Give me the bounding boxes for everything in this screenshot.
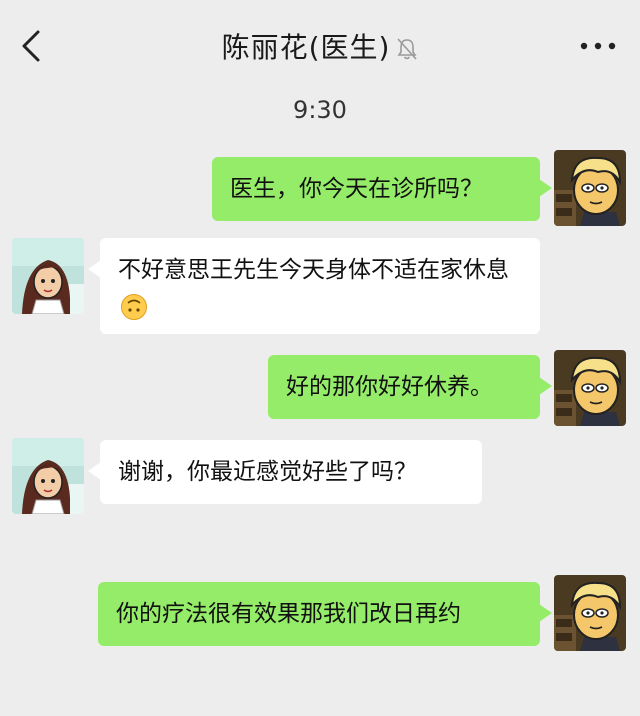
my-avatar[interactable] [554, 150, 626, 226]
message-bubble-incoming[interactable]: 不好意思王先生今天身体不适在家休息 [88, 238, 540, 334]
doctor-avatar[interactable] [12, 238, 84, 314]
message-bubble-outgoing[interactable]: 医生，你今天在诊所吗？ [212, 157, 552, 221]
message-text: 你的疗法很有效果那我们改日再约 [116, 601, 461, 627]
message-bubble-incoming[interactable]: 谢谢，你最近感觉好些了吗？ [88, 440, 482, 504]
my-avatar[interactable] [554, 575, 626, 651]
message-bubble-outgoing[interactable]: 你的疗法很有效果那我们改日再约 [98, 582, 552, 646]
message-text: 医生，你今天在诊所吗？ [230, 176, 483, 202]
boy-avatar-icon [554, 575, 626, 651]
message-text: 不好意思王先生今天身体不适在家休息 [118, 257, 509, 283]
upside-down-face-emoji-icon [121, 293, 147, 320]
message-timestamp: 9:30 [293, 96, 347, 124]
chat-title: 陈丽花(医生) [221, 31, 391, 64]
message-bubble-outgoing[interactable]: 好的那你好好休养。 [268, 355, 552, 419]
more-dots-icon[interactable] [578, 34, 618, 54]
chat-header: 陈丽花(医生) [0, 0, 640, 92]
my-avatar[interactable] [554, 350, 626, 426]
girl-avatar-icon [12, 438, 84, 514]
doctor-avatar[interactable] [12, 438, 84, 514]
boy-avatar-icon [554, 150, 626, 226]
message-text: 谢谢，你最近感觉好些了吗？ [118, 459, 417, 485]
boy-avatar-icon [554, 350, 626, 426]
bell-off-icon [397, 38, 418, 60]
girl-avatar-icon [12, 238, 84, 314]
chat-title-container: 陈丽花(医生) [0, 26, 640, 66]
message-text: 好的那你好好休养。 [286, 374, 493, 400]
